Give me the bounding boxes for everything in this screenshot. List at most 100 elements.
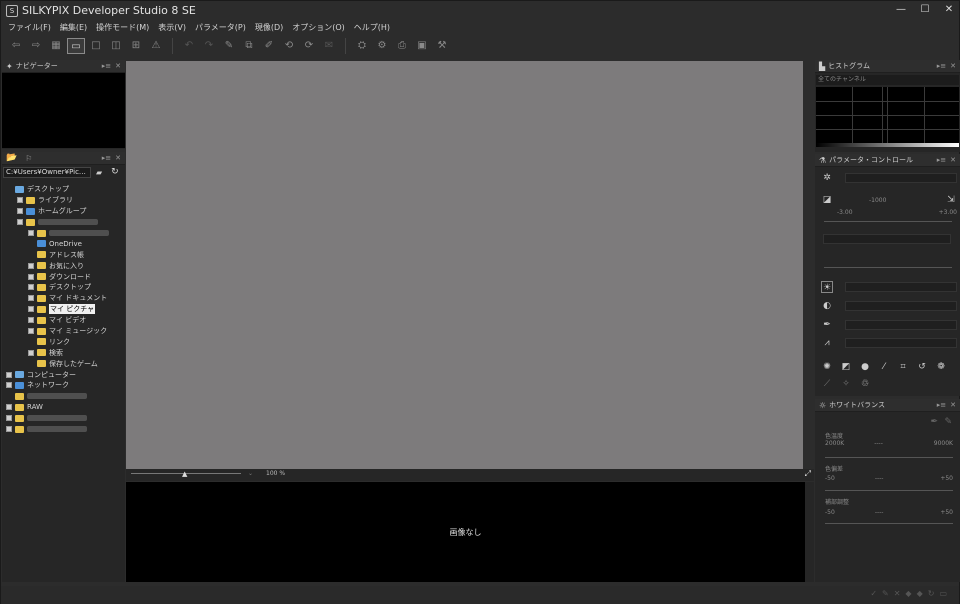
tree-item[interactable]: アドレス帳 xyxy=(2,249,125,260)
maximize-icon[interactable]: ☐ xyxy=(919,4,931,16)
expand-toggle-icon[interactable] xyxy=(28,284,34,291)
contrast-select[interactable] xyxy=(845,301,957,311)
expand-toggle-icon[interactable] xyxy=(17,208,23,215)
preview-thumb-view-icon[interactable]: ▭ xyxy=(67,38,85,54)
expand-toggle-icon[interactable] xyxy=(28,328,34,335)
status-icon[interactable]: ◆ xyxy=(917,589,923,598)
panel-close-icon[interactable]: ✕ xyxy=(950,156,956,164)
sphere-icon[interactable]: ● xyxy=(859,361,871,373)
batch-develop-icon[interactable]: ⚙ xyxy=(373,38,391,54)
panel-menu-icon[interactable]: ▸≡ xyxy=(102,62,111,70)
check-icon[interactable]: ✓ xyxy=(870,589,877,598)
tree-item[interactable]: デスクトップ xyxy=(2,282,125,293)
fit-screen-icon[interactable]: ⤢ xyxy=(805,469,811,479)
expand-toggle-icon[interactable] xyxy=(28,349,34,356)
dynamic-range-slot[interactable] xyxy=(823,234,951,244)
close-icon[interactable]: ✕ xyxy=(943,4,955,16)
dropper-icon[interactable]: ✒ xyxy=(930,417,938,427)
fine-slider[interactable] xyxy=(825,523,953,524)
edit-pen-icon[interactable]: ✎ xyxy=(220,38,238,54)
copy-param-icon[interactable]: ⧉ xyxy=(240,38,258,54)
monitor-icon[interactable]: ▣ xyxy=(413,38,431,54)
panel-close-icon[interactable]: ✕ xyxy=(115,62,121,70)
thumbnail-scrollbar[interactable] xyxy=(805,482,814,582)
mail-icon[interactable]: ✉ xyxy=(320,38,338,54)
rotate-left-icon[interactable]: ⟲ xyxy=(280,38,298,54)
panel-menu-icon[interactable]: ▸≡ xyxy=(937,401,946,409)
preview-area[interactable] xyxy=(126,61,803,469)
sharpness-select[interactable] xyxy=(845,320,957,330)
menu-parameter[interactable]: パラメータ(P) xyxy=(195,22,246,33)
hammer-icon[interactable]: ⚒ xyxy=(433,38,451,54)
spot-icon[interactable]: ✧ xyxy=(840,378,852,390)
rotate-icon[interactable]: ↺ xyxy=(916,361,928,373)
single-view-icon[interactable]: □ xyxy=(87,38,105,54)
tree-item[interactable] xyxy=(2,228,125,239)
tag-tab-icon[interactable]: ⚐ xyxy=(25,154,102,163)
sharp-tool-icon[interactable]: ⁄ xyxy=(878,361,890,373)
expand-toggle-icon[interactable] xyxy=(28,230,34,236)
gear-icon[interactable]: ✲ xyxy=(821,172,833,184)
expand-toggle-icon[interactable] xyxy=(6,404,12,411)
refresh-icon[interactable]: ↻ xyxy=(111,167,119,177)
exposure-icon[interactable]: ◪ xyxy=(821,194,833,206)
color-temp-slider[interactable] xyxy=(825,457,953,458)
path-input[interactable]: C:¥Users¥Owner¥Pic… xyxy=(3,166,91,178)
tree-item[interactable]: ライブラリ xyxy=(2,195,125,206)
expand-toggle-icon[interactable] xyxy=(28,306,34,313)
dynamic-range-slider[interactable] xyxy=(824,267,952,268)
rotate-right-icon[interactable]: ⟳ xyxy=(300,38,318,54)
tree-item[interactable] xyxy=(2,413,125,424)
exposure-tool-icon[interactable]: ◩ xyxy=(840,361,852,373)
menu-option[interactable]: オプション(O) xyxy=(292,22,345,33)
tree-item[interactable]: ホームグループ xyxy=(2,206,125,217)
dropper-icon[interactable]: ✒ xyxy=(821,319,833,331)
tint-slider[interactable] xyxy=(825,490,953,491)
navigator-view[interactable] xyxy=(2,73,125,148)
thumbnail-area[interactable]: 画像なし xyxy=(126,482,805,582)
panel-menu-icon[interactable]: ▸≡ xyxy=(937,62,946,70)
color-temp-value[interactable]: ---- xyxy=(874,440,883,447)
panel-close-icon[interactable]: ✕ xyxy=(950,62,956,70)
zoom-slider-thumb[interactable]: ▲ xyxy=(182,470,187,478)
expand-toggle-icon[interactable] xyxy=(17,219,23,226)
tree-item[interactable]: ネットワーク xyxy=(2,380,125,391)
noise-select[interactable] xyxy=(845,338,957,348)
split-view-icon[interactable]: ⊞ xyxy=(127,38,145,54)
tree-item[interactable]: コンピューター xyxy=(2,369,125,380)
contrast-icon[interactable]: ◐ xyxy=(821,300,833,312)
menu-develop[interactable]: 現像(D) xyxy=(255,22,283,33)
print-icon[interactable]: ⎙ xyxy=(393,38,411,54)
tree-item[interactable]: お気に入り xyxy=(2,260,125,271)
tree-item[interactable] xyxy=(2,424,125,435)
noise-icon[interactable]: ⩘ xyxy=(821,337,833,349)
warning-icon[interactable]: ⚠ xyxy=(147,38,165,54)
channel-select[interactable]: 全てのチャンネル xyxy=(816,75,959,85)
expand-toggle-icon[interactable] xyxy=(28,262,34,269)
menu-file[interactable]: ファイル(F) xyxy=(8,22,51,33)
expand-toggle-icon[interactable] xyxy=(28,295,34,302)
brush-icon[interactable]: ⟋ xyxy=(821,378,833,390)
tree-item[interactable] xyxy=(2,217,125,228)
expand-toggle-icon[interactable] xyxy=(6,371,12,378)
tree-item[interactable]: リンク xyxy=(2,336,125,347)
tree-item[interactable]: RAW xyxy=(2,402,125,413)
folder-tab-icon[interactable]: 📂 xyxy=(6,153,17,163)
folder-icon[interactable]: ▰ xyxy=(96,168,102,177)
taste-select[interactable] xyxy=(845,173,957,183)
tree-item[interactable]: マイ ピクチャ xyxy=(2,304,125,315)
expand-toggle-icon[interactable] xyxy=(6,415,12,422)
expand-toggle-icon[interactable] xyxy=(6,426,12,433)
color-tool-icon[interactable]: ❁ xyxy=(935,361,947,373)
compare-view-icon[interactable]: ◫ xyxy=(107,38,125,54)
fine-value[interactable]: ---- xyxy=(875,509,884,516)
tree-item[interactable]: マイ ドキュメント xyxy=(2,293,125,304)
grid-view-icon[interactable]: ▦ xyxy=(47,38,65,54)
tree-item[interactable]: マイ ミュージック xyxy=(2,326,125,337)
expand-toggle-icon[interactable] xyxy=(6,382,12,389)
tone-select[interactable] xyxy=(845,282,957,292)
recycle-icon[interactable]: ♲ xyxy=(859,378,871,390)
expand-toggle-icon[interactable] xyxy=(28,317,34,324)
zoom-dropdown-icon[interactable]: ⌄ xyxy=(248,470,253,477)
panel-close-icon[interactable]: ✕ xyxy=(115,154,121,162)
